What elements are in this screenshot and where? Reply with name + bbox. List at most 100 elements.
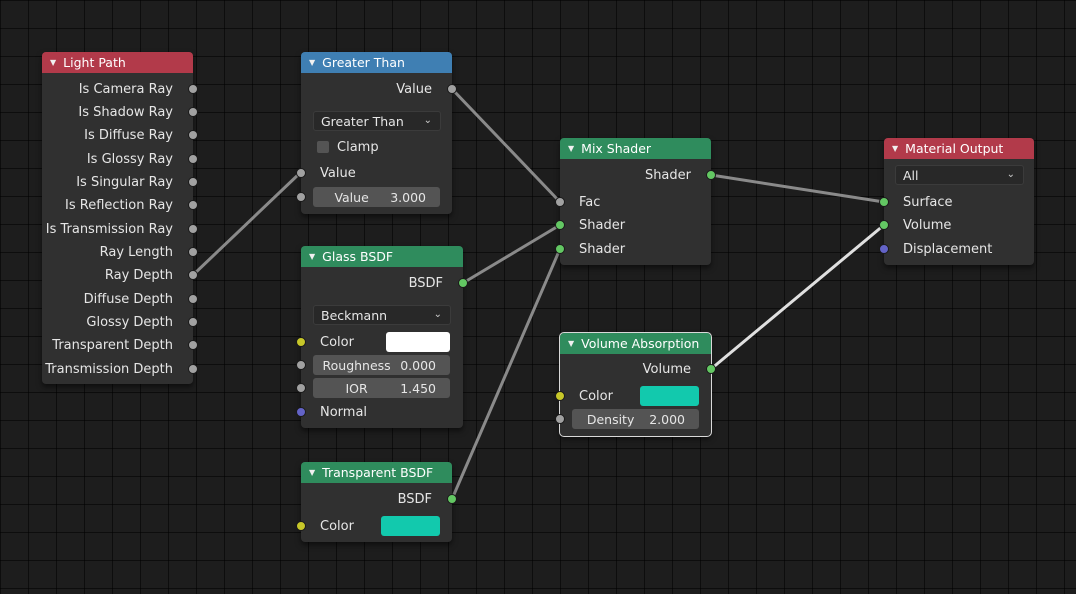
output-is-singular-ray: Is Singular Ray [42,172,198,192]
output-ray-depth: Ray Depth [42,265,198,285]
collapse-icon[interactable]: ▼ [309,252,315,261]
output-is-diffuse-ray: Is Diffuse Ray [42,125,198,145]
chevron-down-icon: ⌄ [1006,169,1015,180]
output-shader: Shader [560,165,716,185]
input-socket[interactable] [555,391,565,401]
clamp-checkbox[interactable] [317,141,329,153]
collapse-icon[interactable]: ▼ [50,58,56,67]
output-is-camera-ray: Is Camera Ray [42,79,198,99]
input-shader-1: Shader [555,215,711,235]
ior-field[interactable]: IOR 1.450 [296,378,450,398]
volume-absorption-header[interactable]: ▼ Volume Absorption [560,333,711,354]
greater-than-header[interactable]: ▼ Greater Than [301,52,452,73]
input-socket[interactable] [555,197,565,207]
operation-dropdown[interactable]: Greater Than ⌄ [313,111,441,131]
collapse-icon[interactable]: ▼ [568,339,574,348]
input-socket[interactable] [296,192,306,202]
output-socket[interactable] [458,278,468,288]
input-socket[interactable] [296,337,306,347]
chevron-down-icon: ⌄ [433,309,442,320]
light-path-node[interactable]: ▼ Light Path Is Camera Ray Is Shadow Ray… [42,52,198,384]
output-socket[interactable] [188,317,198,327]
output-socket[interactable] [447,84,457,94]
light-path-header[interactable]: ▼ Light Path [42,52,193,73]
collapse-icon[interactable]: ▼ [309,468,315,477]
output-socket[interactable] [188,130,198,140]
output-socket[interactable] [188,294,198,304]
output-socket[interactable] [188,340,198,350]
output-volume: Volume [560,359,716,379]
input-surface: Surface [879,192,1034,212]
input-socket[interactable] [555,414,565,424]
output-value: Value [301,79,457,99]
distribution-dropdown[interactable]: Beckmann ⌄ [313,305,451,325]
input-socket[interactable] [296,521,306,531]
input-socket[interactable] [296,360,306,370]
input-displacement: Displacement [879,239,1034,259]
target-dropdown[interactable]: All ⌄ [895,165,1024,185]
output-ray-length: Ray Length [42,242,198,262]
mix-shader-node[interactable]: ▼ Mix Shader Shader Fac Shader Shader [555,138,716,265]
color-swatch-teal[interactable] [640,386,699,406]
output-socket[interactable] [188,224,198,234]
output-socket[interactable] [188,200,198,210]
value-field[interactable]: Value 3.000 [296,187,440,207]
link-value-to-fac[interactable] [450,87,562,204]
collapse-icon[interactable]: ▼ [568,144,574,153]
output-bsdf: BSDF [301,273,468,293]
output-diffuse-depth: Diffuse Depth [42,289,198,309]
output-socket[interactable] [706,364,716,374]
input-value: Value [296,163,452,183]
output-socket[interactable] [188,270,198,280]
input-socket[interactable] [879,197,889,207]
output-socket[interactable] [188,154,198,164]
input-socket[interactable] [555,244,565,254]
link-raydepth-to-value[interactable] [191,171,302,277]
node-title: Mix Shader [581,141,652,156]
output-is-shadow-ray: Is Shadow Ray [42,102,198,122]
output-socket[interactable] [188,107,198,117]
output-socket[interactable] [706,170,716,180]
output-socket[interactable] [188,247,198,257]
input-normal: Normal [296,402,463,422]
density-field[interactable]: Density 2.000 [555,409,699,429]
input-socket[interactable] [296,168,306,178]
node-title: Transparent BSDF [322,465,434,480]
output-is-glossy-ray: Is Glossy Ray [42,149,198,169]
link-transparent-to-shader[interactable] [450,247,562,501]
material-output-node[interactable]: ▼ Material Output All ⌄ Surface Volume D… [879,138,1034,265]
input-socket[interactable] [296,383,306,393]
output-socket[interactable] [447,494,457,504]
input-socket[interactable] [296,407,306,417]
node-title: Glass BSDF [322,249,394,264]
output-socket[interactable] [188,364,198,374]
node-title: Light Path [63,55,126,70]
transparent-bsdf-node[interactable]: ▼ Transparent BSDF BSDF Color [296,462,457,542]
input-socket[interactable] [879,244,889,254]
link-volume-to-volume[interactable] [709,223,886,371]
color-swatch-white[interactable] [386,332,450,352]
input-socket[interactable] [555,220,565,230]
transparent-bsdf-header[interactable]: ▼ Transparent BSDF [301,462,452,483]
input-volume: Volume [879,215,1034,235]
input-socket[interactable] [879,220,889,230]
output-is-transmission-ray: Is Transmission Ray [42,219,198,239]
output-transmission-depth: Transmission Depth [42,359,198,379]
volume-absorption-node[interactable]: ▼ Volume Absorption Volume Color Density… [555,332,716,437]
link-glass-to-shader[interactable] [461,223,562,285]
mix-shader-header[interactable]: ▼ Mix Shader [560,138,711,159]
roughness-field[interactable]: Roughness 0.000 [296,355,450,375]
link-mix-to-surface[interactable] [709,173,886,204]
chevron-down-icon: ⌄ [423,115,432,126]
collapse-icon[interactable]: ▼ [892,144,898,153]
output-socket[interactable] [188,84,198,94]
output-socket[interactable] [188,177,198,187]
input-fac: Fac [555,192,711,212]
glass-bsdf-header[interactable]: ▼ Glass BSDF [301,246,463,267]
output-glossy-depth: Glossy Depth [42,312,198,332]
collapse-icon[interactable]: ▼ [309,58,315,67]
material-output-header[interactable]: ▼ Material Output [884,138,1034,159]
glass-bsdf-node[interactable]: ▼ Glass BSDF BSDF Beckmann ⌄ Color Rough… [296,246,468,428]
greater-than-node[interactable]: ▼ Greater Than Value Greater Than ⌄ Clam… [296,52,457,214]
color-swatch-teal[interactable] [381,516,440,536]
